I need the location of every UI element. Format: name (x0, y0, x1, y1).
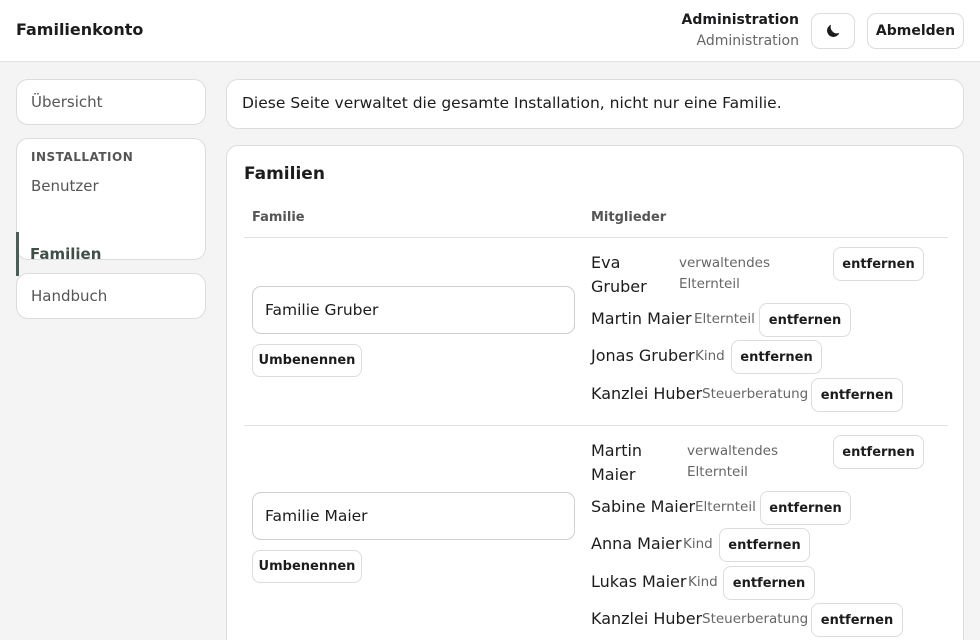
member-role: Elternteil (695, 499, 756, 515)
user-info: Administration Administration (682, 11, 799, 52)
column-header-family: Familie (252, 210, 305, 225)
app-title: Familienkonto (16, 20, 144, 39)
rename-button[interactable]: Umbenennen (252, 344, 362, 377)
sidebar-section-installation: INSTALLATION (31, 150, 134, 164)
remove-member-button[interactable]: entfernen (811, 378, 903, 412)
member-role: Elternteil (694, 311, 755, 327)
sidebar-item-overview[interactable]: Übersicht (17, 80, 205, 111)
user-name: Administration (681, 12, 799, 28)
member-role: Kind (688, 574, 718, 590)
member-name: Jonas Gruber (591, 346, 695, 365)
families-card: Familien Familie Mitglieder Umbenennen E… (226, 145, 964, 640)
column-header-members: Mitglieder (591, 210, 667, 225)
header-divider (244, 237, 948, 238)
sidebar-overview-card: Übersicht (16, 79, 206, 125)
sidebar-item-manual[interactable]: Handbuch (17, 274, 205, 305)
member-name: Kanzlei Huber (591, 609, 703, 628)
remove-member-button[interactable]: entfernen (811, 603, 903, 637)
info-banner: Diese Seite verwaltet die gesamte Instal… (226, 79, 964, 129)
member-name: Eva (591, 253, 621, 272)
member-name: Kanzlei Huber (591, 384, 703, 403)
top-bar: Familienkonto Administration Administrat… (0, 0, 980, 62)
remove-member-button[interactable]: entfernen (719, 528, 810, 562)
remove-member-button[interactable]: entfernen (833, 247, 924, 281)
member-role: Elternteil (679, 276, 740, 292)
sidebar-manual-card: Handbuch (16, 273, 206, 319)
remove-member-button[interactable]: entfernen (760, 491, 851, 525)
section-title: Familien (244, 164, 325, 184)
remove-member-button[interactable]: entfernen (759, 303, 851, 337)
sidebar-installation-card: INSTALLATION Benutzer Familien (16, 138, 206, 276)
remove-member-button[interactable]: entfernen (833, 435, 924, 469)
sidebar-item-families[interactable]: Familien (16, 232, 166, 276)
member-role: verwaltendes (679, 255, 770, 271)
theme-toggle-button[interactable] (811, 13, 855, 49)
sidebar-item-users[interactable]: Benutzer (17, 177, 205, 195)
member-name: Sabine Maier (591, 497, 696, 516)
remove-member-button[interactable]: entfernen (731, 340, 822, 374)
member-role: Steuerberatung (702, 611, 809, 627)
member-name: Maier (591, 465, 636, 484)
row-divider (244, 425, 948, 426)
member-name: Martin Maier (591, 309, 692, 328)
family-name-input[interactable] (252, 492, 575, 540)
member-role: Elternteil (687, 464, 748, 480)
member-name: Anna Maier (591, 534, 682, 553)
rename-button[interactable]: Umbenennen (252, 550, 362, 583)
member-role: Steuerberatung (702, 386, 809, 402)
member-role: Kind (695, 348, 725, 364)
logout-button[interactable]: Abmelden (867, 13, 964, 49)
member-name: Gruber (591, 277, 647, 296)
moon-icon (827, 24, 840, 37)
remove-member-button[interactable]: entfernen (723, 566, 815, 600)
user-role: Administration (696, 33, 799, 49)
member-name: Lukas Maier (591, 572, 687, 591)
member-name: Martin (591, 441, 643, 460)
member-role: Kind (683, 536, 713, 552)
family-name-input[interactable] (252, 286, 575, 334)
member-role: verwaltendes (687, 443, 778, 459)
